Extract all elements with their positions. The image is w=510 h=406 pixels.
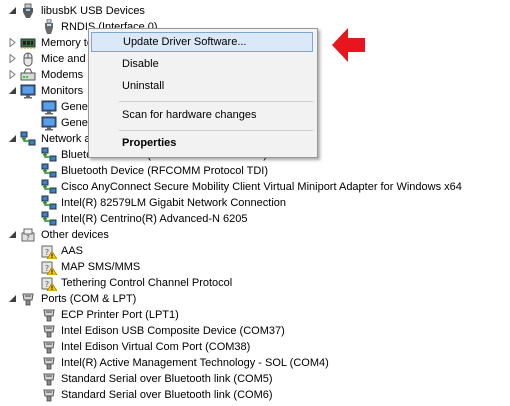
port-icon [41,307,57,323]
tree-item-label: Cisco AnyConnect Secure Mobility Client … [61,181,462,193]
menu-separator [119,101,313,102]
tree-item-label: Ports (COM & LPT) [41,293,137,305]
unknown-device-warning-icon: ? [41,275,57,291]
tree-item-label: AAS [61,245,84,257]
uninstall-menu-item[interactable]: Uninstall [89,76,317,96]
uninstall-label: Uninstall [122,80,165,92]
tree-item-label: ECP Printer Port (LPT1) [61,309,179,321]
scan-hardware-menu-item[interactable]: Scan for hardware changes [89,105,317,125]
tree-item-label: Intel(R) Centrino(R) Advanced-N 6205 [61,213,248,225]
tree-item-label: Monitors [41,85,84,97]
port-icon [41,339,57,355]
network-adapter-icon [20,131,36,147]
modem-icon [20,67,36,83]
monitor-icon [20,83,36,99]
properties-label: Properties [122,137,177,149]
port-icon [41,387,57,403]
port-icon [41,371,57,387]
expanded-arrow-icon[interactable] [8,294,17,303]
expanded-arrow-icon[interactable] [8,134,17,143]
network-adapter-icon [41,179,57,195]
tree-item-label: MAP SMS/MMS [61,261,141,273]
update-driver-label: Update Driver Software... [123,36,247,48]
collapsed-arrow-icon[interactable] [8,54,17,63]
disable-label: Disable [122,58,159,70]
monitor-icon [41,115,57,131]
unknown-device-icon: ? [20,227,36,243]
tree-item-label: Intel Edison Virtual Com Port (COM38) [61,341,251,353]
svg-text:?: ? [45,248,49,257]
tree-item-label: Standard Serial over Bluetooth link (COM… [61,389,273,401]
network-adapter-icon [41,147,57,163]
properties-menu-item[interactable]: Properties [89,133,317,153]
port-icon [41,355,57,371]
tree-item-label: Intel Edison USB Composite Device (COM37… [61,325,285,337]
mouse-icon [20,51,36,67]
disable-menu-item[interactable]: Disable [89,54,317,74]
tree-item-label: Bluetooth Device (RFCOMM Protocol TDI) [61,165,269,177]
scan-hardware-label: Scan for hardware changes [122,109,257,121]
tree-item-label: Modems [41,69,84,81]
tree-item-label: Standard Serial over Bluetooth link (COM… [61,373,273,385]
red-arrow-icon [332,28,365,62]
usb-controller-icon [20,3,36,19]
svg-text:?: ? [45,280,49,289]
tree-item-label: Other devices [41,229,109,241]
update-driver-menu-item[interactable]: Update Driver Software... [91,32,313,52]
unknown-device-warning-icon: ? [41,259,57,275]
memory-icon [20,35,36,51]
tree-item-label: libusbK USB Devices [41,5,145,17]
menu-separator [119,130,313,131]
tree-item-label: Intel(R) Active Management Technology - … [61,357,329,369]
port-icon [41,323,57,339]
expanded-arrow-icon[interactable] [8,86,17,95]
unknown-device-warning-icon: ? [41,243,57,259]
port-icon [20,291,36,307]
usb-device-icon [41,19,57,35]
expanded-arrow-icon[interactable] [8,230,17,239]
context-menu: Update Driver Software... Disable Uninst… [88,28,318,158]
svg-text:?: ? [26,234,30,242]
svg-text:?: ? [45,264,49,273]
collapsed-arrow-icon[interactable] [8,38,17,47]
network-adapter-icon [41,211,57,227]
network-adapter-icon [41,163,57,179]
network-adapter-icon [41,195,57,211]
expanded-arrow-icon[interactable] [8,6,17,15]
collapsed-arrow-icon[interactable] [8,70,17,79]
monitor-icon [41,99,57,115]
tree-item-label: Intel(R) 82579LM Gigabit Network Connect… [61,197,287,209]
tree-item-label: Tethering Control Channel Protocol [61,277,233,289]
